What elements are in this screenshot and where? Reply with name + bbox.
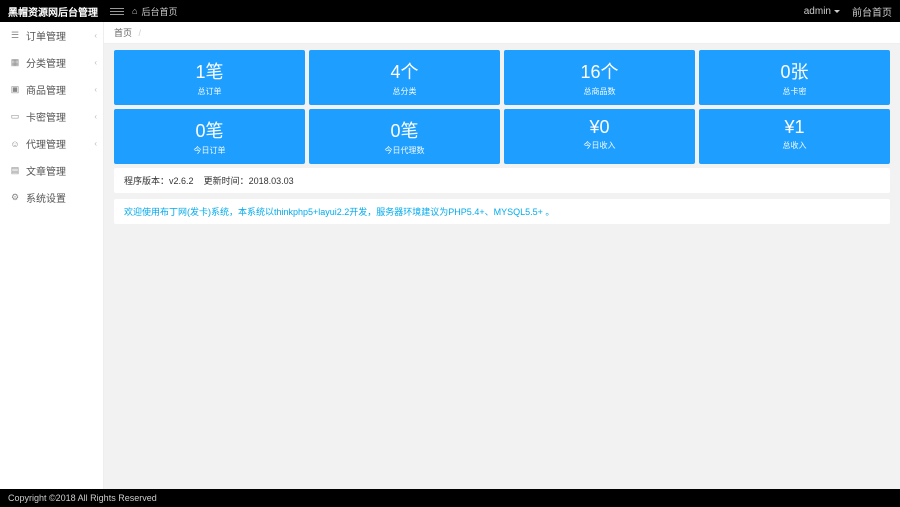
chevron-left-icon: ‹ [94,139,97,148]
sidebar-item-label: 卡密管理 [26,109,66,124]
box-icon: ▣ [10,85,20,95]
tile-value: 1笔 [114,58,305,84]
sidebar-item-cards[interactable]: ▭ 卡密管理 ‹ [0,103,103,130]
version-info: 程序版本：v2.6.2 更新时间：2018.03.03 [114,168,890,193]
frontend-link[interactable]: 前台首页 [852,4,892,19]
tile-label: 总订单 [114,86,305,97]
home-icon: ⌂ [132,6,137,16]
card-icon: ▭ [10,112,20,122]
tile-label: 今日收入 [504,140,695,151]
tile-today-agents[interactable]: 0笔 今日代理数 [309,109,500,164]
stats-row-1: 1笔 总订单 4个 总分类 16个 总商品数 0张 总卡密 [114,50,890,105]
chevron-left-icon: ‹ [94,112,97,121]
breadcrumb-sep: / [139,28,142,38]
gear-icon: ⚙ [10,193,20,203]
sidebar-item-settings[interactable]: ⚙ 系统设置 [0,184,103,211]
tile-label: 总卡密 [699,86,890,97]
tile-value: ¥1 [699,117,890,138]
home-link[interactable]: 后台首页 [141,5,177,18]
tile-total-income[interactable]: ¥1 总收入 [699,109,890,164]
tile-label: 今日订单 [114,145,305,156]
app-title: 黑帽资源网后台管理 [8,4,98,19]
sidebar-item-articles[interactable]: ▤ 文章管理 [0,157,103,184]
tile-today-orders[interactable]: 0笔 今日订单 [114,109,305,164]
welcome-message: 欢迎使用布丁网(发卡)系统，本系统以thinkphp5+layui2.2开发，服… [114,199,890,224]
sidebar-item-orders[interactable]: ☰ 订单管理 ‹ [0,22,103,49]
tile-value: 0张 [699,58,890,84]
menu-toggle-icon[interactable] [110,4,124,18]
tile-label: 总分类 [309,86,500,97]
doc-icon: ▤ [10,166,20,176]
sidebar-item-categories[interactable]: ▦ 分类管理 ‹ [0,49,103,76]
chevron-left-icon: ‹ [94,31,97,40]
tile-total-categories[interactable]: 4个 总分类 [309,50,500,105]
sidebar-item-products[interactable]: ▣ 商品管理 ‹ [0,76,103,103]
breadcrumb-item[interactable]: 首页 [114,28,132,38]
sidebar-item-label: 商品管理 [26,82,66,97]
sidebar-item-label: 代理管理 [26,136,66,151]
tile-total-cards[interactable]: 0张 总卡密 [699,50,890,105]
sidebar-item-label: 分类管理 [26,55,66,70]
tile-value: 4个 [309,58,500,84]
tile-value: 0笔 [309,117,500,143]
tile-value: ¥0 [504,117,695,138]
version-value: v2.6.2 [169,176,194,186]
sidebar: ☰ 订单管理 ‹ ▦ 分类管理 ‹ ▣ 商品管理 ‹ ▭ 卡密管理 ‹ ☺ 代理… [0,22,104,489]
sidebar-item-label: 系统设置 [26,190,66,205]
tile-label: 今日代理数 [309,145,500,156]
breadcrumb: 首页 / [104,22,900,44]
tile-today-income[interactable]: ¥0 今日收入 [504,109,695,164]
tile-total-products[interactable]: 16个 总商品数 [504,50,695,105]
tile-value: 0笔 [114,117,305,143]
sidebar-item-label: 文章管理 [26,163,66,178]
date-label: 更新时间： [204,176,249,186]
admin-dropdown[interactable]: admin [804,6,840,17]
copyright-text: Copyright ©2018 All Rights Reserved [8,493,157,503]
chevron-left-icon: ‹ [94,85,97,94]
tile-total-orders[interactable]: 1笔 总订单 [114,50,305,105]
list-icon: ☰ [10,31,20,41]
stats-row-2: 0笔 今日订单 0笔 今日代理数 ¥0 今日收入 ¥1 总收入 [114,109,890,164]
header: 黑帽资源网后台管理 ⌂ 后台首页 admin 前台首页 [0,0,900,22]
sidebar-item-agents[interactable]: ☺ 代理管理 ‹ [0,130,103,157]
users-icon: ☺ [10,139,20,149]
sidebar-item-label: 订单管理 [26,28,66,43]
admin-label: admin [804,6,831,17]
date-value: 2018.03.03 [249,176,294,186]
tile-label: 总收入 [699,140,890,151]
tile-label: 总商品数 [504,86,695,97]
caret-down-icon [834,10,840,13]
footer: Copyright ©2018 All Rights Reserved [0,489,900,507]
chevron-left-icon: ‹ [94,58,97,67]
tile-value: 16个 [504,58,695,84]
version-label: 程序版本： [124,176,169,186]
grid-icon: ▦ [10,58,20,68]
